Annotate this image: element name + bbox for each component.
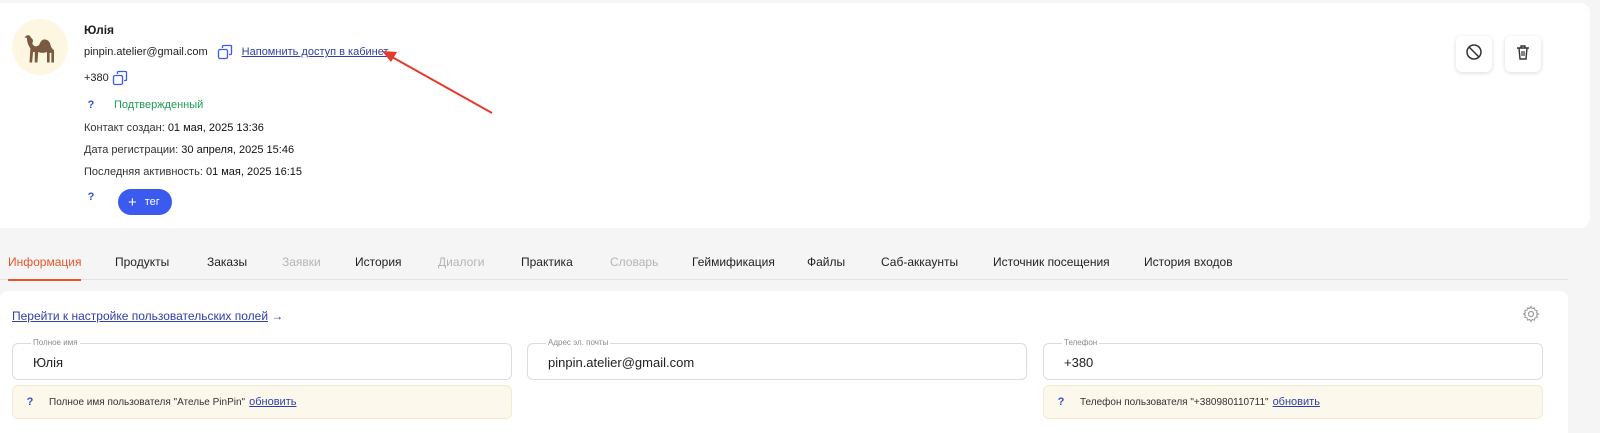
tabs-bar: Информация Продукты Заказы Заявки История Диа… <box>0 244 1568 281</box>
tab-10[interactable]: Саб-аккаунты <box>881 244 958 280</box>
phone-value: +380 <box>1064 355 1094 370</box>
full-name-label: Полное имя <box>31 338 80 347</box>
user-phone: +380 <box>84 72 109 84</box>
phone-field[interactable]: Телефон +380 <box>1043 338 1543 380</box>
email-label: Адрес эл. почты <box>546 338 611 347</box>
plus-icon: + <box>128 193 137 211</box>
full-name-field[interactable]: Полное имя Юлія <box>12 338 512 380</box>
status-help-icon[interactable]: ? <box>84 99 98 111</box>
remind-access-link[interactable]: Напомнить доступ в кабинет <box>242 46 389 58</box>
email-row: pinpin.atelier@gmail.com Напомнить досту… <box>84 44 389 60</box>
gear-icon[interactable] <box>1522 305 1540 323</box>
name-hint-text: Полное имя пользователя "Ателье PinPin" <box>49 396 246 408</box>
full-name-value: Юлія <box>33 355 64 370</box>
name-hint: ? Полное имя пользователя "Ателье PinPin… <box>12 385 512 419</box>
tab-5: Диалоги <box>438 255 485 269</box>
camel-icon <box>19 24 61 71</box>
copy-email-icon[interactable] <box>217 44 233 60</box>
tab-3: Заявки <box>282 255 321 269</box>
tab-7: Словарь <box>610 255 659 269</box>
add-tag-label: тег <box>144 196 160 208</box>
add-tag-button[interactable]: + тег <box>118 189 172 215</box>
user-name: Юлія <box>84 23 115 37</box>
status-badge: Подтвержденный <box>114 99 204 111</box>
status-row: ? Подтвержденный <box>84 99 204 111</box>
contact-created-label: Контакт создан: <box>84 122 165 134</box>
registration-date-value: 30 апреля, 2025 15:46 <box>181 144 295 156</box>
delete-user-button[interactable] <box>1505 36 1541 72</box>
email-value: pinpin.atelier@gmail.com <box>548 355 695 370</box>
update-name-link[interactable]: обновить <box>249 396 296 408</box>
name-hint-help-icon[interactable]: ? <box>23 396 37 408</box>
registration-date: Дата регистрации: 30 апреля, 2025 15:46 <box>84 144 294 156</box>
info-panel: Перейти к настройке пользовательских пол… <box>0 291 1568 433</box>
last-activity-value: 01 мая, 2025 16:15 <box>205 166 303 178</box>
last-activity: Последняя активность: 01 мая, 2025 16:15 <box>84 166 302 178</box>
block-user-button[interactable] <box>1456 36 1492 72</box>
tags-row: ? + тег <box>84 189 172 215</box>
custom-fields-link-label: Перейти к настройке пользовательских пол… <box>12 309 269 323</box>
phone-row: +380 <box>84 70 128 86</box>
tab-2[interactable]: Заказы <box>207 244 247 280</box>
user-email: pinpin.atelier@gmail.com <box>84 46 208 58</box>
tags-help-icon[interactable]: ? <box>84 191 98 203</box>
profile-card: Юлія pinpin.atelier@gmail.com Напомнить … <box>0 3 1590 228</box>
arrow-right-icon: → <box>271 309 284 323</box>
update-phone-link[interactable]: обновить <box>1273 396 1320 408</box>
email-field[interactable]: Адрес эл. почты pinpin.atelier@gmail.com <box>527 338 1027 380</box>
contact-created: Контакт создан: 01 мая, 2025 13:36 <box>84 122 264 134</box>
custom-fields-link[interactable]: Перейти к настройке пользовательских пол… <box>12 309 283 323</box>
tab-1[interactable]: Продукты <box>115 244 169 280</box>
tab-4[interactable]: История <box>355 244 402 280</box>
registration-date-label: Дата регистрации: <box>84 144 179 156</box>
tab-9[interactable]: Файлы <box>807 244 845 280</box>
contact-created-value: 01 мая, 2025 13:36 <box>167 122 264 134</box>
phone-hint-text: Телефон пользователя "+380980110711" <box>1080 396 1269 408</box>
phone-label: Телефон <box>1062 338 1100 347</box>
phone-hint: ? Телефон пользователя "+380980110711" о… <box>1043 385 1543 419</box>
tab-6[interactable]: Практика <box>521 244 573 280</box>
block-icon <box>1465 43 1483 66</box>
tab-0[interactable]: Информация <box>8 244 82 281</box>
avatar <box>12 19 68 75</box>
copy-phone-icon[interactable] <box>112 70 128 86</box>
last-activity-label: Последняя активность: <box>84 166 203 178</box>
trash-icon <box>1514 43 1532 66</box>
phone-hint-help-icon[interactable]: ? <box>1054 396 1068 408</box>
tab-12[interactable]: История входов <box>1144 244 1233 280</box>
tab-8[interactable]: Геймификация <box>692 244 775 280</box>
tab-11[interactable]: Источник посещения <box>993 244 1110 280</box>
